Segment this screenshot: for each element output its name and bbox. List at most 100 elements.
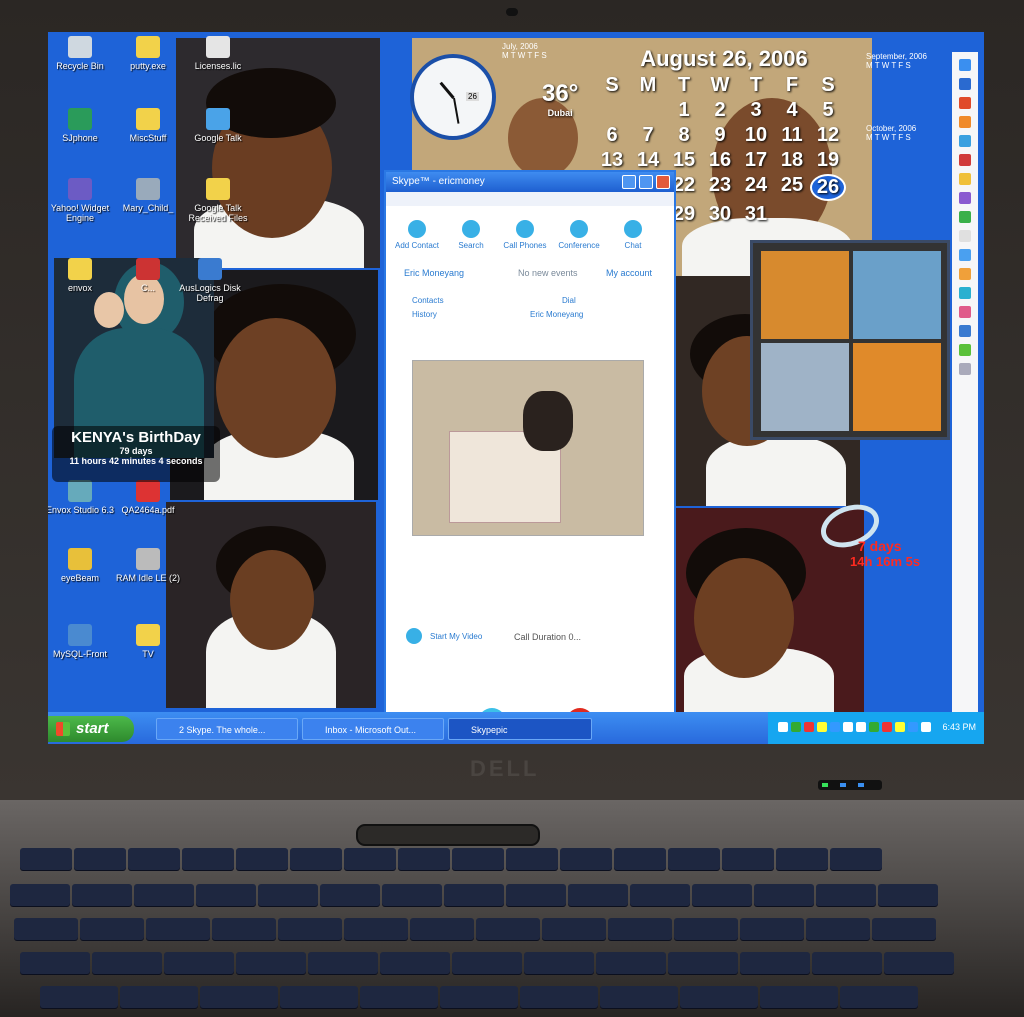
tray-icon[interactable] bbox=[895, 722, 905, 732]
calendar-day[interactable]: 19 bbox=[810, 149, 846, 172]
keyboard-key[interactable] bbox=[308, 952, 378, 974]
keyboard-key[interactable] bbox=[816, 884, 876, 906]
video-camera-icon[interactable] bbox=[406, 628, 422, 644]
keyboard-key[interactable] bbox=[452, 952, 522, 974]
calendar-day-today[interactable]: 26 bbox=[810, 174, 846, 201]
quick-launch-icon[interactable] bbox=[959, 363, 971, 375]
keyboard-key[interactable] bbox=[344, 848, 396, 870]
desktop-icon[interactable]: Google Talk bbox=[178, 108, 258, 143]
keyboard-key[interactable] bbox=[722, 848, 774, 870]
keyboard-key[interactable] bbox=[236, 952, 306, 974]
keyboard-key[interactable] bbox=[212, 918, 276, 940]
keyboard-key[interactable] bbox=[164, 952, 234, 974]
tray-icon[interactable] bbox=[882, 722, 892, 732]
keyboard-key[interactable] bbox=[524, 952, 594, 974]
clock-widget[interactable]: 26 bbox=[410, 54, 496, 140]
calendar-day[interactable]: 13 bbox=[594, 149, 630, 172]
quick-launch-icon[interactable] bbox=[959, 59, 971, 71]
calendar-next-month[interactable]: September, 2006 M T W T F S bbox=[866, 52, 927, 70]
countdown-widget[interactable]: 7 days 14h 16m 5s bbox=[814, 496, 948, 582]
calendar-day[interactable]: 6 bbox=[594, 124, 630, 147]
keyboard-key[interactable] bbox=[830, 848, 882, 870]
keyboard-key[interactable] bbox=[92, 952, 162, 974]
tray-icon[interactable] bbox=[778, 722, 788, 732]
start-button[interactable]: start bbox=[48, 716, 134, 742]
calendar-day[interactable]: 12 bbox=[810, 124, 846, 147]
tab-contacts[interactable]: Contacts bbox=[412, 296, 444, 305]
calendar-day[interactable]: 11 bbox=[774, 124, 810, 147]
keyboard-key[interactable] bbox=[146, 918, 210, 940]
keyboard-key[interactable] bbox=[72, 884, 132, 906]
quick-launch-icon[interactable] bbox=[959, 287, 971, 299]
maximize-button[interactable] bbox=[639, 175, 653, 189]
keyboard-key[interactable] bbox=[14, 918, 78, 940]
keyboard-key[interactable] bbox=[506, 884, 566, 906]
keyboard-key[interactable] bbox=[740, 918, 804, 940]
calendar-day[interactable]: 2 bbox=[702, 99, 738, 122]
keyboard-key[interactable] bbox=[74, 848, 126, 870]
keyboard-key[interactable] bbox=[806, 918, 870, 940]
keyboard-key[interactable] bbox=[608, 918, 672, 940]
user-status-dropdown[interactable]: Eric Moneyang bbox=[404, 268, 464, 278]
tray-icon[interactable] bbox=[817, 722, 827, 732]
tray-icon[interactable] bbox=[791, 722, 801, 732]
keyboard-key[interactable] bbox=[812, 952, 882, 974]
keyboard-key[interactable] bbox=[614, 848, 666, 870]
keyboard-key[interactable] bbox=[596, 952, 666, 974]
keyboard-key[interactable] bbox=[20, 848, 72, 870]
keyboard-key[interactable] bbox=[840, 986, 918, 1008]
calendar-day[interactable]: 23 bbox=[702, 174, 738, 201]
quick-launch-icon[interactable] bbox=[959, 135, 971, 147]
calendar-day[interactable]: 31 bbox=[738, 203, 774, 226]
keyboard-key[interactable] bbox=[884, 952, 954, 974]
task-skypepic[interactable]: Skypepic bbox=[448, 718, 592, 740]
account-link[interactable]: My account bbox=[606, 268, 652, 278]
keyboard-key[interactable] bbox=[200, 986, 278, 1008]
desktop-icon[interactable]: RAM Idle LE (2) bbox=[108, 548, 188, 583]
desktop-icon[interactable]: Licenses.lic bbox=[178, 36, 258, 71]
keyboard-key[interactable] bbox=[668, 952, 738, 974]
skype-title-bar[interactable]: Skype™ - ericmoney bbox=[386, 172, 674, 192]
keyboard-key[interactable] bbox=[444, 884, 504, 906]
tray-icon[interactable] bbox=[869, 722, 879, 732]
keyboard-key[interactable] bbox=[542, 918, 606, 940]
quick-launch-icon[interactable] bbox=[959, 230, 971, 242]
keyboard-key[interactable] bbox=[280, 986, 358, 1008]
tab-dial[interactable]: Dial bbox=[562, 296, 576, 305]
keyboard-key[interactable] bbox=[600, 986, 678, 1008]
weather-widget[interactable]: 36° Dubai bbox=[542, 80, 578, 118]
keyboard-key[interactable] bbox=[134, 884, 194, 906]
keyboard-key[interactable] bbox=[776, 848, 828, 870]
keyboard-key[interactable] bbox=[630, 884, 690, 906]
task-skype[interactable]: 2 Skype. The whole... bbox=[156, 718, 298, 740]
quick-launch-icon[interactable] bbox=[959, 97, 971, 109]
quick-launch-icon[interactable] bbox=[959, 192, 971, 204]
close-button[interactable] bbox=[656, 175, 670, 189]
desktop-icon[interactable]: QA2464a.pdf bbox=[108, 480, 188, 515]
power-button[interactable] bbox=[356, 824, 540, 846]
tray-icon[interactable] bbox=[843, 722, 853, 732]
keyboard-key[interactable] bbox=[754, 884, 814, 906]
tray-icon[interactable] bbox=[804, 722, 814, 732]
tray-icon[interactable] bbox=[908, 722, 918, 732]
toolbar-chat-button[interactable]: Chat bbox=[608, 220, 658, 250]
calendar-day[interactable]: 7 bbox=[630, 124, 666, 147]
desktop-icon[interactable]: AusLogics Disk Defrag bbox=[170, 258, 250, 303]
keyboard-key[interactable] bbox=[128, 848, 180, 870]
calendar-day[interactable]: 3 bbox=[738, 99, 774, 122]
calendar-next-next-month[interactable]: October, 2006 M T W T F S bbox=[866, 124, 916, 142]
keyboard-key[interactable] bbox=[278, 918, 342, 940]
keyboard-key[interactable] bbox=[344, 918, 408, 940]
keyboard-key[interactable] bbox=[380, 952, 450, 974]
quick-launch-icon[interactable] bbox=[959, 306, 971, 318]
calendar-day[interactable]: 15 bbox=[666, 149, 702, 172]
keyboard-key[interactable] bbox=[506, 848, 558, 870]
birthday-widget[interactable]: KENYA's BirthDay 79 days 11 hours 42 min… bbox=[52, 426, 220, 482]
tray-icon[interactable] bbox=[921, 722, 931, 732]
desktop-icon[interactable]: Mary_Child_ bbox=[108, 178, 188, 213]
desktop-icon[interactable]: MiscStuff bbox=[108, 108, 188, 143]
quick-launch-icon[interactable] bbox=[959, 154, 971, 166]
keyboard-key[interactable] bbox=[258, 884, 318, 906]
desktop-icon[interactable]: TV bbox=[108, 624, 188, 659]
keyboard-key[interactable] bbox=[674, 918, 738, 940]
